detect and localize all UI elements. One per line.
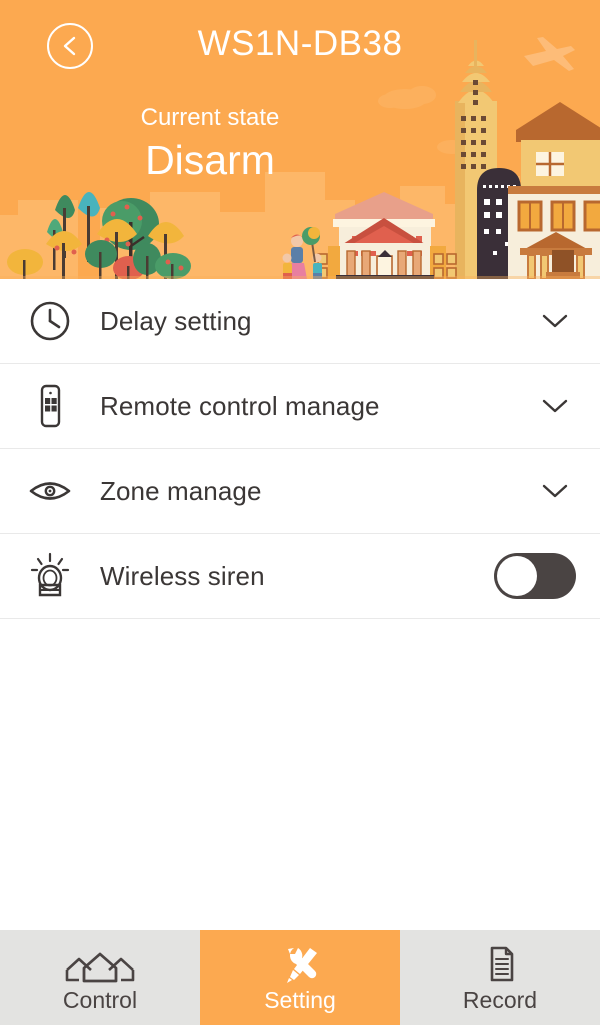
list-item-delay-setting[interactable]: Delay setting	[0, 279, 600, 364]
list-item-label: Delay setting	[100, 305, 252, 336]
tab-label: Control	[62, 986, 138, 1013]
tab-record[interactable]: Record	[400, 930, 600, 1025]
app-root: WS1N-DB38 Current state Disarm Delay set…	[0, 0, 600, 1025]
tab-label: Record	[462, 986, 538, 1013]
remote-control-icon	[0, 382, 100, 430]
clock-icon	[0, 299, 100, 343]
chevron-down-icon[interactable]	[510, 312, 600, 330]
toggle-switch-knob	[497, 556, 537, 596]
bottom-tab-bar: Control Setting Record	[0, 930, 600, 1025]
settings-list: Delay setting Remote control manage Zone…	[0, 279, 600, 619]
chevron-left-icon	[63, 36, 76, 56]
list-item-label: Remote control manage	[100, 390, 380, 421]
tab-label: Setting	[264, 986, 336, 1013]
houses-icon	[63, 944, 137, 984]
list-item-label: Zone manage	[100, 475, 262, 506]
toggle-switch-track[interactable]	[494, 553, 576, 599]
tools-icon	[278, 944, 322, 984]
eye-icon	[0, 474, 100, 508]
list-item-label: Wireless siren	[100, 560, 265, 591]
tab-control[interactable]: Control	[0, 930, 200, 1025]
wireless-siren-toggle[interactable]	[470, 553, 600, 599]
siren-icon	[0, 551, 100, 601]
list-item-wireless-siren[interactable]: Wireless siren	[0, 534, 600, 619]
document-icon	[480, 944, 520, 984]
back-button[interactable]	[47, 23, 93, 69]
tab-setting[interactable]: Setting	[200, 930, 400, 1025]
list-item-zone-manage[interactable]: Zone manage	[0, 449, 600, 534]
empty-content-area	[0, 619, 600, 930]
list-item-remote-control-manage[interactable]: Remote control manage	[0, 364, 600, 449]
chevron-down-icon[interactable]	[510, 482, 600, 500]
current-state-value: Disarm	[145, 137, 275, 183]
chevron-down-icon[interactable]	[510, 397, 600, 415]
page-header: WS1N-DB38 Current state Disarm	[0, 0, 600, 279]
current-state-label: Current state	[140, 104, 280, 131]
